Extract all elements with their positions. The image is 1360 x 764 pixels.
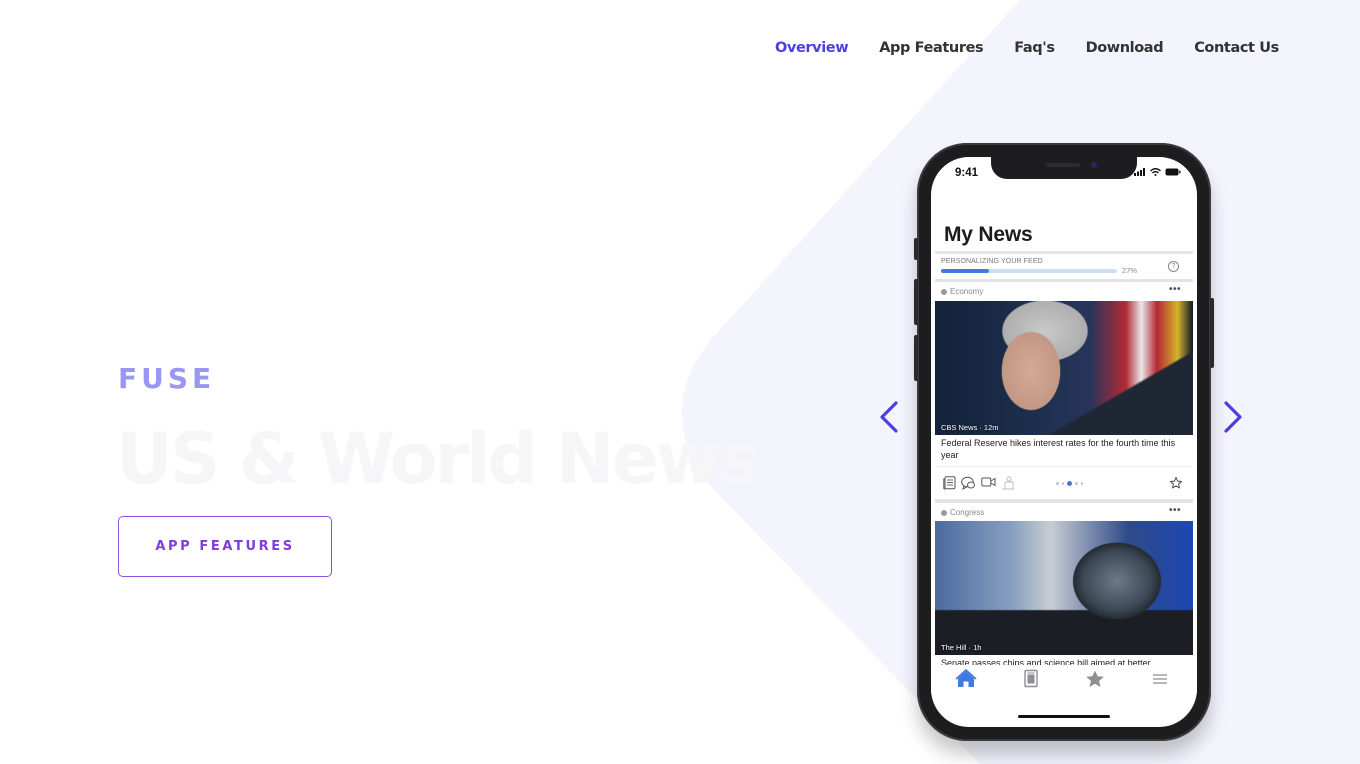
home-indicator: [1018, 715, 1110, 718]
category-icon: [941, 288, 947, 295]
news-source: The Hill · 1h: [941, 643, 982, 652]
pager-dot[interactable]: [1067, 481, 1072, 486]
brand-name: FUSE: [118, 362, 216, 395]
phone-mute-switch: [914, 238, 918, 260]
article-icon[interactable]: [943, 476, 956, 490]
pager-dot[interactable]: [1075, 482, 1078, 485]
phone-notch: [991, 157, 1137, 179]
top-nav: Overview App Features Faq's Download Con…: [775, 40, 1279, 56]
phone-power-button: [1210, 298, 1214, 368]
speaker-icon: [1046, 163, 1080, 167]
chevron-left-icon: [880, 401, 898, 433]
category-icon: [941, 509, 947, 516]
phone-volume-down: [914, 335, 918, 381]
feed-progress-percent: 27%: [1122, 266, 1138, 275]
divider: [935, 251, 1193, 254]
nav-app-features[interactable]: App Features: [879, 40, 983, 56]
chevron-right-icon: [1224, 401, 1242, 433]
camera-icon: [1091, 162, 1097, 168]
pager-dot[interactable]: [1080, 482, 1083, 485]
feed-progress-fill: [941, 269, 989, 273]
carousel-prev-button[interactable]: [876, 400, 902, 434]
star-outline-icon[interactable]: [1169, 476, 1183, 490]
nav-faqs[interactable]: Faq's: [1014, 40, 1055, 56]
divider: [935, 279, 1193, 282]
more-options-icon[interactable]: •••: [1169, 284, 1181, 295]
feed-progress-bar: [941, 269, 1117, 273]
tab-bar: [931, 665, 1197, 695]
phone-screen: 9:41 My News PERSONALIZING YOUR FEED 27%…: [931, 157, 1197, 727]
nav-contact-us[interactable]: Contact Us: [1194, 40, 1279, 56]
podium-icon[interactable]: [1001, 476, 1015, 490]
help-icon[interactable]: ?: [1168, 261, 1179, 272]
video-icon[interactable]: [981, 476, 996, 488]
wifi-icon: [1150, 168, 1161, 176]
tab-news[interactable]: [1020, 669, 1042, 689]
carousel-next-button[interactable]: [1220, 400, 1246, 434]
signal-icon: [1134, 168, 1145, 176]
card-category-label: Economy: [950, 287, 984, 296]
pager-dot[interactable]: [1061, 482, 1064, 485]
card-category: Congress: [941, 508, 984, 517]
status-icons: [1134, 168, 1181, 176]
divider: [935, 499, 1193, 503]
card-category: Economy: [941, 287, 983, 296]
hero-title: US & World News: [116, 418, 759, 500]
card-category-label: Congress: [950, 508, 985, 517]
app-title: My News: [944, 223, 1033, 246]
comments-icon[interactable]: [961, 476, 976, 490]
tab-favorites[interactable]: [1084, 669, 1106, 689]
divider: [935, 466, 1193, 467]
tab-home[interactable]: [955, 669, 977, 689]
news-image[interactable]: The Hill · 1h: [935, 521, 1193, 655]
nav-overview[interactable]: Overview: [775, 40, 849, 56]
news-image[interactable]: CBS News · 12m: [935, 301, 1193, 435]
news-headline[interactable]: Federal Reserve hikes interest rates for…: [941, 437, 1189, 461]
feed-progress-label: PERSONALIZING YOUR FEED: [941, 258, 1043, 265]
status-time: 9:41: [955, 167, 979, 179]
battery-icon: [1165, 168, 1181, 176]
phone-mockup: 9:41 My News PERSONALIZING YOUR FEED 27%…: [914, 143, 1214, 741]
app-features-button[interactable]: APP FEATURES: [118, 516, 332, 577]
nav-download[interactable]: Download: [1086, 40, 1164, 56]
pager-dot[interactable]: [1056, 482, 1059, 485]
tab-menu[interactable]: [1149, 669, 1171, 689]
card-pager[interactable]: [1056, 481, 1083, 486]
more-options-icon[interactable]: •••: [1169, 505, 1181, 516]
news-source: CBS News · 12m: [941, 423, 999, 432]
phone-volume-up: [914, 279, 918, 325]
card-actions: [943, 475, 1185, 493]
